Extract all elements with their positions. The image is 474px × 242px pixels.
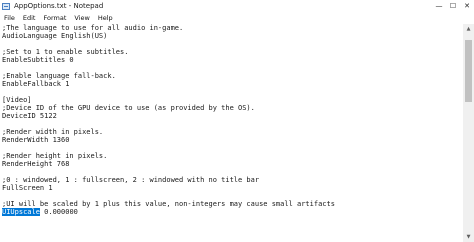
text-line: EnableFallback 1 xyxy=(2,80,70,88)
menu-view[interactable]: View xyxy=(70,12,93,24)
text-line: [Video] xyxy=(2,96,32,104)
text-editor[interactable]: ;The language to use for all audio in-ga… xyxy=(0,24,463,242)
text-line-selected: UIUpscale 0.000000 xyxy=(2,208,335,216)
menu-file[interactable]: File xyxy=(0,12,19,24)
vertical-scrollbar[interactable]: ▲ ▼ xyxy=(463,24,474,242)
menu-bar: File Edit Format View Help xyxy=(0,12,474,24)
title-bar[interactable]: AppOptions.txt - Notepad — ☐ ✕ xyxy=(0,0,474,12)
scroll-down-arrow-icon[interactable]: ▼ xyxy=(463,232,474,242)
text-line xyxy=(2,192,335,200)
menu-edit[interactable]: Edit xyxy=(19,12,40,24)
text-line: RenderWidth 1360 xyxy=(2,136,70,144)
text-line: EnableSubtitles 0 xyxy=(2,56,74,64)
text-line xyxy=(2,120,335,128)
text-line: DeviceID 5122 xyxy=(2,112,57,120)
minimize-button[interactable]: — xyxy=(432,0,446,12)
text-line: AudioLanguage English(US) xyxy=(2,32,108,40)
text-line: ;UI will be scaled by 1 plus this value,… xyxy=(2,200,335,208)
text-line: ;Device ID of the GPU device to use (as … xyxy=(2,104,255,112)
close-button[interactable]: ✕ xyxy=(460,0,474,12)
text-line: ;Render height in pixels. xyxy=(2,152,108,160)
editor-content[interactable]: ;The language to use for all audio in-ga… xyxy=(2,24,335,216)
unselected-text: 0.000000 xyxy=(39,208,78,216)
text-line: ;Render width in pixels. xyxy=(2,128,104,136)
text-line xyxy=(2,144,335,152)
notepad-icon xyxy=(2,2,10,10)
text-line xyxy=(2,64,335,72)
text-line: ;Enable language fall-back. xyxy=(2,72,116,80)
text-line: FullScreen 1 xyxy=(2,184,53,192)
text-line: ;The language to use for all audio in-ga… xyxy=(2,24,184,32)
text-line xyxy=(2,168,335,176)
selected-text[interactable]: UIUpscale xyxy=(2,208,40,216)
text-line xyxy=(2,88,335,96)
menu-format[interactable]: Format xyxy=(39,12,70,24)
text-line: ;Set to 1 to enable subtitles. xyxy=(2,48,129,56)
text-line: RenderHeight 768 xyxy=(2,160,70,168)
maximize-button[interactable]: ☐ xyxy=(446,0,460,12)
window-controls: — ☐ ✕ xyxy=(432,0,474,12)
text-line: ;0 : windowed, 1 : fullscreen, 2 : windo… xyxy=(2,176,260,184)
menu-help[interactable]: Help xyxy=(94,12,117,24)
scrollbar-thumb[interactable] xyxy=(465,40,472,102)
text-line xyxy=(2,40,335,48)
scroll-up-arrow-icon[interactable]: ▲ xyxy=(463,24,474,34)
window-title: AppOptions.txt - Notepad xyxy=(14,2,104,10)
